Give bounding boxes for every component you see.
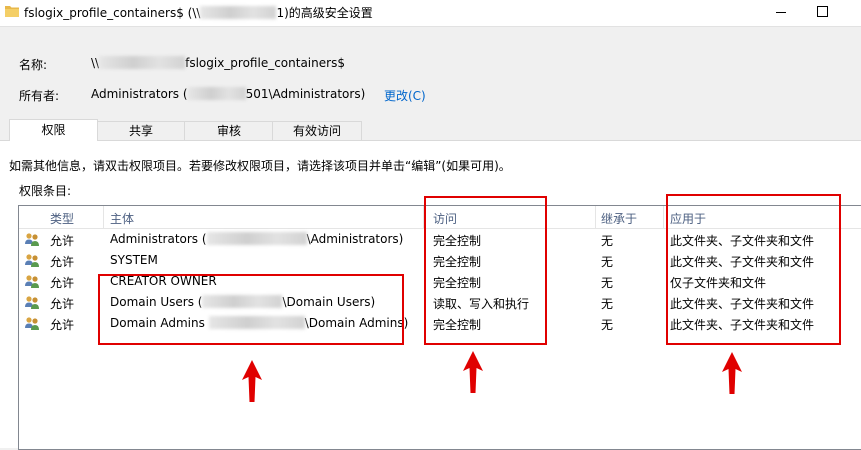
principal-highlight-box bbox=[98, 274, 404, 345]
tab-share[interactable]: 共享 bbox=[96, 121, 186, 140]
folder-icon bbox=[5, 6, 19, 17]
user-group-icon bbox=[24, 273, 40, 289]
title-separator bbox=[0, 26, 861, 27]
row-type: 允许 bbox=[50, 297, 75, 311]
row-type: 允许 bbox=[50, 276, 75, 290]
column-header-inherited-from[interactable]: 继承于 bbox=[601, 210, 637, 227]
red-arrow-icon bbox=[463, 351, 483, 393]
window-title: fslogix_profile_containers$ (\\ 1)的高级安全设置 bbox=[24, 6, 373, 20]
row-type: 允许 bbox=[50, 234, 75, 248]
applies-to-highlight-box bbox=[666, 194, 841, 345]
column-divider[interactable] bbox=[663, 206, 664, 228]
info-text: 如需其他信息，请双击权限项目。若要修改权限项目，请选择该项目并单击“编辑”(如果… bbox=[9, 159, 511, 173]
permissions-panel: 如需其他信息，请双击权限项目。若要修改权限项目，请选择该项目并单击“编辑”(如果… bbox=[0, 140, 861, 450]
tab-permissions[interactable]: 权限 bbox=[9, 119, 98, 141]
name-value: \\ fslogix_profile_containers$ bbox=[91, 56, 345, 70]
column-divider[interactable] bbox=[595, 206, 596, 228]
tab-auditing[interactable]: 审核 bbox=[184, 121, 274, 140]
name-label: 名称: bbox=[19, 58, 48, 72]
user-group-icon bbox=[24, 315, 40, 331]
row-inherited-from: 无 bbox=[601, 276, 614, 290]
entries-label: 权限条目: bbox=[19, 184, 72, 198]
minimize-button[interactable] bbox=[762, 0, 802, 26]
row-principal: Administrators (\Administrators) bbox=[110, 232, 404, 246]
column-divider[interactable] bbox=[103, 206, 104, 228]
row-principal: SYSTEM bbox=[110, 253, 158, 267]
owner-value: Administrators (501\Administrators) bbox=[91, 87, 366, 101]
column-header-principal[interactable]: 主体 bbox=[110, 210, 134, 227]
title-bar: fslogix_profile_containers$ (\\ 1)的高级安全设置 bbox=[0, 0, 861, 26]
red-arrow-icon bbox=[242, 360, 262, 402]
red-arrow-icon bbox=[722, 352, 742, 394]
column-header-type[interactable]: 类型 bbox=[50, 210, 74, 227]
row-type: 允许 bbox=[50, 318, 75, 332]
user-group-icon bbox=[24, 252, 40, 268]
owner-label: 所有者: bbox=[19, 89, 60, 103]
access-highlight-box bbox=[424, 196, 547, 345]
maximize-button[interactable] bbox=[803, 0, 843, 26]
row-inherited-from: 无 bbox=[601, 234, 614, 248]
row-inherited-from: 无 bbox=[601, 318, 614, 332]
change-owner-link[interactable]: 更改(C) bbox=[384, 87, 426, 104]
user-group-icon bbox=[24, 231, 40, 247]
row-inherited-from: 无 bbox=[601, 297, 614, 311]
tab-effective-access[interactable]: 有效访问 bbox=[272, 121, 362, 140]
row-inherited-from: 无 bbox=[601, 255, 614, 269]
user-group-icon bbox=[24, 294, 40, 310]
row-type: 允许 bbox=[50, 255, 75, 269]
